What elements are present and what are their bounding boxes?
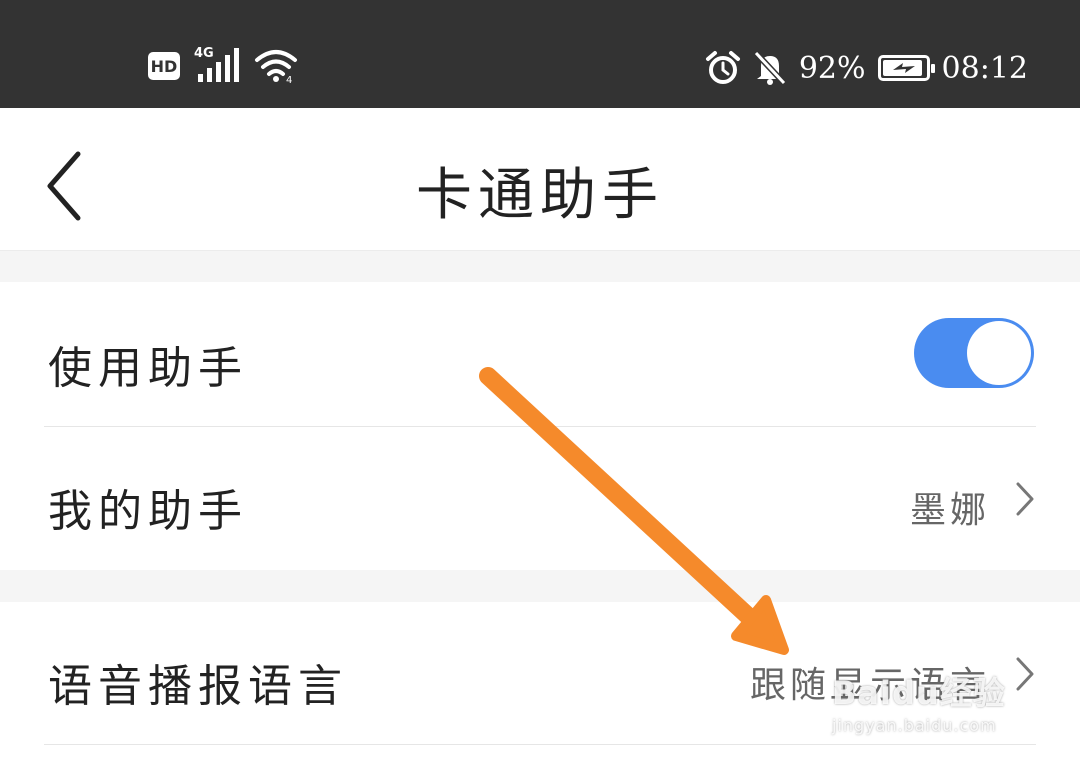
hd-label: HD — [150, 56, 178, 76]
my-assistant-value: 墨娜 — [909, 490, 990, 531]
alarm-icon — [705, 51, 740, 84]
toggle-knob — [967, 321, 1031, 385]
status-bar-right: 92% 08:12 — [705, 46, 1028, 90]
page-title: 卡通助手 — [416, 163, 664, 228]
voice-language-label: 语音播报语言 — [48, 661, 348, 712]
network-label: 4G — [194, 46, 214, 61]
mute-icon — [753, 50, 787, 86]
wifi-icon: 4 — [255, 50, 297, 84]
use-assistant-label: 使用助手 — [48, 343, 248, 394]
watermark: Baidu经验 jingyan.baidu.com — [832, 668, 1006, 735]
signal-icon: 4G — [194, 46, 240, 84]
watermark-brand: Baidu经验 — [832, 674, 1006, 712]
hd-icon: HD — [148, 52, 180, 80]
chevron-right-icon — [1016, 482, 1034, 516]
title-bar: 卡通助手 — [0, 108, 1080, 251]
battery-percent: 92% — [798, 50, 866, 86]
chevron-right-icon — [1016, 657, 1034, 691]
divider — [44, 744, 1036, 745]
clock: 08:12 — [941, 50, 1028, 86]
my-assistant-label: 我的助手 — [48, 486, 248, 537]
use-assistant-toggle[interactable] — [914, 318, 1034, 388]
status-bar-left: HD 4G 4 — [148, 46, 298, 86]
svg-text:4: 4 — [286, 75, 292, 84]
my-assistant-row[interactable]: 我的助手 墨娜 — [0, 427, 1080, 570]
battery-charging-icon — [877, 55, 935, 81]
watermark-url: jingyan.baidu.com — [832, 716, 997, 735]
status-bar: HD 4G 4 92% 08:12 — [0, 0, 1080, 108]
